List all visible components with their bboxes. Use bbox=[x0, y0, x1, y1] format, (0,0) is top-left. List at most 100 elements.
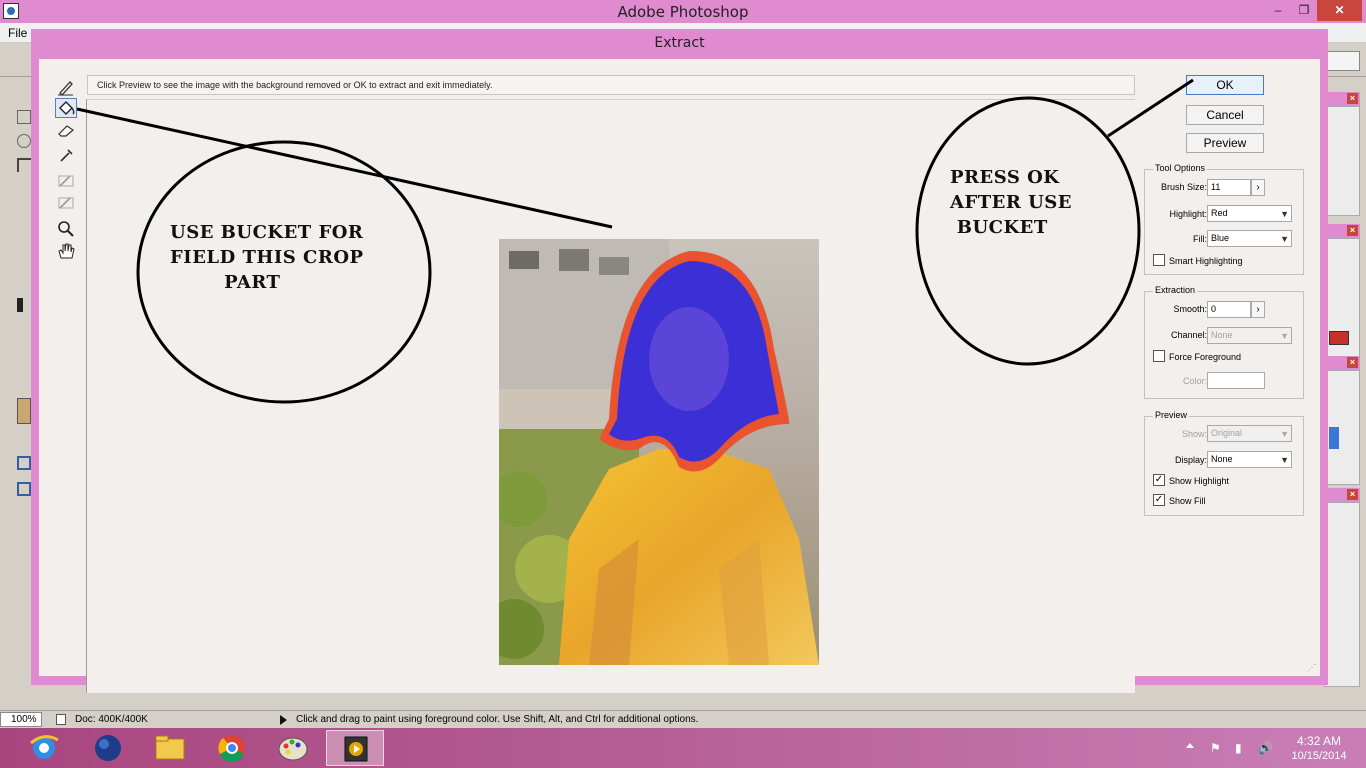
edge-touchup-icon[interactable] bbox=[55, 193, 77, 213]
move-tool-icon[interactable] bbox=[17, 298, 23, 312]
scrollbar-thumb[interactable] bbox=[1329, 427, 1339, 449]
tool-options-title: Tool Options bbox=[1153, 163, 1208, 173]
cancel-button[interactable]: Cancel bbox=[1186, 105, 1264, 125]
clock-time[interactable]: 4:32 AM bbox=[1285, 734, 1353, 748]
close-button[interactable]: ✕ bbox=[1317, 0, 1362, 21]
restore-button[interactable]: ❐ bbox=[1290, 0, 1318, 21]
channel-label: Channel: bbox=[1170, 330, 1207, 340]
panel-body bbox=[1324, 502, 1360, 687]
crop-tool-icon[interactable] bbox=[17, 158, 31, 172]
volume-icon[interactable]: 🔊 bbox=[1258, 741, 1273, 755]
force-foreground-checkbox[interactable] bbox=[1153, 350, 1165, 362]
preview-group: Preview Show: Original ▼ Display: None ▼ ✓… bbox=[1144, 410, 1304, 516]
smooth-field[interactable]: 0 bbox=[1207, 301, 1251, 318]
highlight-select-value: Red bbox=[1211, 208, 1228, 218]
show-label: Show: bbox=[1181, 429, 1207, 439]
eraser-icon[interactable] bbox=[55, 120, 77, 140]
status-menu-arrow-icon[interactable] bbox=[280, 715, 287, 725]
preview-title: Preview bbox=[1153, 410, 1190, 420]
show-fill-checkbox[interactable]: ✓ bbox=[1153, 494, 1165, 506]
menu-file[interactable]: File bbox=[8, 26, 27, 40]
extract-photo[interactable] bbox=[499, 239, 819, 665]
panel-header: × bbox=[1324, 488, 1360, 502]
panel-body bbox=[1324, 238, 1360, 358]
extract-dialog: Extract Click Preview to see the image w… bbox=[31, 29, 1328, 693]
chevron-down-icon: ▼ bbox=[1280, 455, 1289, 465]
screen-mode-icon[interactable] bbox=[17, 482, 31, 496]
battery-icon[interactable]: ▮ bbox=[1235, 741, 1249, 755]
display-select[interactable]: None ▼ bbox=[1207, 451, 1292, 468]
chrome-icon[interactable] bbox=[203, 730, 261, 766]
highlight-select[interactable]: Red ▼ bbox=[1207, 205, 1292, 222]
annotation-right-note: PRESS OK AFTER USE BUCKET bbox=[950, 167, 1073, 238]
panel-close-icon[interactable]: × bbox=[1347, 225, 1358, 236]
minimize-button[interactable]: ‒ bbox=[1264, 0, 1292, 21]
smart-highlighting-checkbox[interactable] bbox=[1153, 254, 1165, 266]
panel-header: × bbox=[1324, 92, 1360, 106]
channel-select[interactable]: None ▼ bbox=[1207, 327, 1292, 344]
app-title: Adobe Photoshop bbox=[617, 3, 749, 21]
show-highlight-checkbox[interactable]: ✓ bbox=[1153, 474, 1165, 486]
action-center-icon[interactable]: ⚑ bbox=[1210, 741, 1224, 755]
clock-date[interactable]: 10/15/2014 bbox=[1285, 750, 1353, 762]
photo-image bbox=[499, 239, 819, 665]
lasso-tool-icon[interactable] bbox=[17, 134, 31, 148]
extraction-group: Extraction Smooth: 0 › Channel: None ▼ Fo… bbox=[1144, 285, 1304, 399]
color-field[interactable] bbox=[1207, 372, 1265, 389]
ok-button[interactable]: OK bbox=[1186, 75, 1264, 95]
show-hidden-icons-icon[interactable] bbox=[1186, 743, 1194, 748]
zoom-field[interactable]: 100% bbox=[0, 712, 42, 727]
document-icon bbox=[56, 714, 66, 725]
panel-header: × bbox=[1324, 356, 1360, 370]
globe-icon[interactable] bbox=[78, 730, 136, 766]
show-fill-label: Show Fill bbox=[1169, 496, 1206, 506]
panel-header: × bbox=[1324, 224, 1360, 238]
fill-bucket-icon[interactable] bbox=[55, 98, 77, 118]
doc-size: Doc: 400K/400K bbox=[75, 714, 148, 725]
foreground-color-swatch[interactable] bbox=[17, 398, 31, 424]
annotation-left-note: USE BUCKET FOR FIELD THIS CROP PART bbox=[170, 222, 364, 293]
status-message: Click and drag to paint using foreground… bbox=[296, 714, 699, 725]
extraction-title: Extraction bbox=[1153, 285, 1198, 295]
tool-options-group: Tool Options Brush Size: 11 › Highlight:… bbox=[1144, 163, 1304, 275]
hint-bar: Click Preview to see the image with the … bbox=[87, 75, 1135, 95]
hand-icon[interactable] bbox=[55, 241, 77, 261]
panel-close-icon[interactable]: × bbox=[1347, 489, 1358, 500]
standard-mode-icon[interactable] bbox=[17, 456, 31, 470]
edge-highlighter-icon[interactable] bbox=[55, 77, 77, 97]
color-swatch[interactable] bbox=[1329, 331, 1349, 345]
brush-size-slider-arrow-icon[interactable]: › bbox=[1251, 179, 1265, 196]
show-select[interactable]: Original ▼ bbox=[1207, 425, 1292, 442]
color-label: Color: bbox=[1182, 376, 1207, 386]
panel-body bbox=[1324, 106, 1360, 216]
brush-size-field[interactable]: 11 bbox=[1207, 179, 1251, 196]
show-highlight-label: Show Highlight bbox=[1169, 476, 1230, 486]
zoom-icon[interactable] bbox=[55, 219, 77, 239]
fill-label: Fill: bbox=[1193, 234, 1207, 244]
panel-close-icon[interactable]: × bbox=[1347, 93, 1358, 104]
file-explorer-icon[interactable] bbox=[141, 730, 199, 766]
chevron-down-icon: ▼ bbox=[1280, 429, 1289, 439]
app-title-bar: Adobe Photoshop ‒ ❐ ✕ bbox=[0, 0, 1366, 23]
media-player-icon[interactable] bbox=[326, 730, 384, 766]
internet-explorer-icon[interactable] bbox=[14, 730, 72, 766]
right-panels: × × × × bbox=[1324, 88, 1360, 688]
paint-icon[interactable] bbox=[264, 730, 322, 766]
eyedropper-icon[interactable] bbox=[55, 145, 77, 165]
panel-close-icon[interactable]: × bbox=[1347, 357, 1358, 368]
channel-select-value: None bbox=[1211, 330, 1233, 340]
smooth-slider-arrow-icon[interactable]: › bbox=[1251, 301, 1265, 318]
force-foreground-label: Force Foreground bbox=[1169, 352, 1242, 362]
fill-select[interactable]: Blue ▼ bbox=[1207, 230, 1292, 247]
panel-body bbox=[1324, 370, 1360, 485]
resize-grip-icon[interactable]: ⋰ bbox=[1308, 663, 1316, 672]
chevron-down-icon: ▼ bbox=[1280, 331, 1289, 341]
marquee-tool-icon[interactable] bbox=[17, 110, 31, 124]
preview-button[interactable]: Preview bbox=[1186, 133, 1264, 153]
smart-highlighting-label: Smart Highlighting bbox=[1169, 256, 1243, 266]
fill-select-value: Blue bbox=[1211, 233, 1230, 243]
cleanup-icon[interactable] bbox=[55, 171, 77, 191]
dialog-body: Click Preview to see the image with the … bbox=[39, 59, 1320, 693]
smooth-label: Smooth: bbox=[1173, 304, 1207, 314]
display-label: Display: bbox=[1174, 455, 1207, 465]
